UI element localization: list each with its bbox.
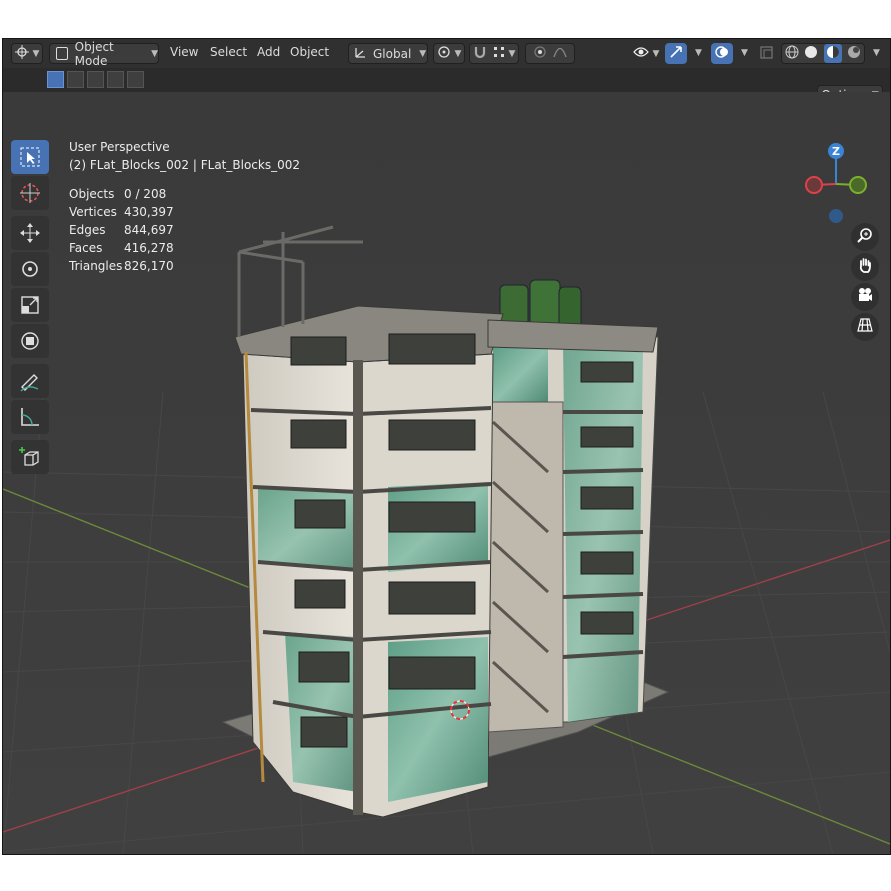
- transform-tool[interactable]: [11, 324, 49, 358]
- viewport-info-overlay: User Perspective (2) FLat_Blocks_002 | F…: [69, 138, 300, 275]
- xray-icon: [759, 45, 773, 62]
- move-icon: [20, 223, 40, 243]
- chevron-down-icon: ▼: [151, 48, 158, 59]
- overlays-toggle-button[interactable]: [711, 43, 733, 64]
- cursor-icon: [20, 183, 40, 203]
- snapping-button[interactable]: ▼: [469, 43, 519, 64]
- chevron-down-icon: ▼: [32, 48, 40, 59]
- chevron-down-icon[interactable]: ▼: [695, 48, 702, 58]
- scale-tool[interactable]: [11, 288, 49, 322]
- active-object-label: (2) FLat_Blocks_002 | FLat_Blocks_002: [69, 158, 300, 172]
- add-cube-tool[interactable]: [11, 440, 49, 474]
- transform-icon: [21, 332, 39, 350]
- measure-icon: [21, 408, 39, 426]
- select-box-icon: [20, 147, 40, 167]
- menu-view[interactable]: View: [170, 45, 198, 59]
- add-cube-icon: [19, 447, 39, 466]
- move-tool[interactable]: [11, 216, 49, 250]
- chevron-down-icon: ▼: [652, 48, 660, 59]
- stat-row: Triangles 826,170: [69, 259, 174, 273]
- select-extend-icon[interactable]: [67, 71, 84, 88]
- stat-row: Objects 0 / 208: [69, 187, 167, 201]
- navigation-gizmo[interactable]: Z: [803, 142, 873, 232]
- rendered-shading-icon[interactable]: [847, 45, 861, 62]
- falloff-curve-icon: [553, 46, 567, 61]
- perspective-label: User Perspective: [69, 140, 170, 154]
- gizmo-toggle-button[interactable]: [665, 43, 687, 64]
- mode-selector[interactable]: Object Mode ▼: [49, 40, 159, 68]
- select-new-icon[interactable]: [47, 71, 64, 88]
- orientation-axes-icon: [354, 46, 367, 62]
- select-subtract-icon[interactable]: [87, 71, 104, 88]
- annotate-tool[interactable]: [11, 364, 49, 398]
- proportional-editing-button[interactable]: [525, 43, 575, 64]
- measure-tool[interactable]: [11, 400, 49, 434]
- select-box-tool[interactable]: [11, 140, 49, 174]
- grid-perspective-icon: [857, 317, 873, 337]
- solid-shading-icon[interactable]: [804, 45, 818, 62]
- gizmo-icon: [669, 45, 683, 62]
- visibility-button[interactable]: ▼: [631, 43, 661, 64]
- pivot-point-button[interactable]: ▼: [433, 43, 465, 64]
- scale-icon: [21, 296, 39, 314]
- cursor-tool[interactable]: [11, 176, 49, 210]
- wireframe-shading-icon[interactable]: [785, 45, 799, 62]
- transform-orientation-selector[interactable]: Global ▼: [348, 43, 428, 64]
- rotate-icon: [22, 261, 38, 277]
- crosshair-editor-icon: [14, 45, 29, 62]
- menu-object[interactable]: Object: [290, 45, 329, 59]
- chevron-down-icon[interactable]: ▼: [873, 48, 880, 58]
- blender-3d-viewport-window: ▼ Object Mode ▼ View Select Add Object G…: [2, 38, 891, 855]
- stat-row: Vertices 430,397: [69, 205, 174, 219]
- menu-add[interactable]: Add: [257, 45, 280, 59]
- chevron-down-icon: ▼: [508, 48, 516, 59]
- mode-label: Object Mode: [74, 39, 114, 68]
- eye-icon: [632, 46, 649, 61]
- shading-mode-group: [781, 43, 865, 64]
- viewport-header: ▼ Object Mode ▼ View Select Add Object G…: [3, 39, 890, 68]
- chevron-down-icon: ▼: [454, 48, 462, 59]
- 3d-viewport[interactable]: User Perspective (2) FLat_Blocks_002 | F…: [3, 92, 890, 854]
- proportional-icon: [533, 45, 547, 62]
- overlays-icon: [715, 45, 729, 62]
- ortho-toggle-button[interactable]: [851, 313, 879, 341]
- corner-column: [353, 360, 363, 815]
- snap-grid-icon: [493, 46, 505, 61]
- zoom-button[interactable]: [851, 223, 879, 251]
- pan-button[interactable]: [851, 253, 879, 281]
- menu-select[interactable]: Select: [210, 45, 247, 59]
- select-intersect-icon[interactable]: [127, 71, 144, 88]
- y-axis-handle[interactable]: [849, 176, 867, 194]
- chevron-down-icon[interactable]: ▼: [741, 48, 748, 58]
- rotate-tool[interactable]: [11, 252, 49, 286]
- hand-icon: [857, 257, 873, 277]
- neg-z-axis-handle[interactable]: [829, 209, 843, 223]
- object-mode-icon: [56, 47, 68, 60]
- camera-icon: [857, 287, 873, 307]
- orientation-label: Global: [373, 46, 412, 61]
- chevron-down-icon: ▼: [419, 48, 427, 59]
- neg-x-axis-handle[interactable]: [805, 176, 823, 194]
- editor-type-button[interactable]: ▼: [11, 43, 43, 64]
- pivot-icon: [437, 45, 451, 62]
- magnet-icon: [473, 45, 487, 62]
- stat-row: Faces 416,278: [69, 241, 174, 255]
- select-invert-icon[interactable]: [107, 71, 124, 88]
- z-axis-label: Z: [832, 145, 840, 158]
- stat-row: Edges 844,697: [69, 223, 174, 237]
- xray-toggle-button[interactable]: [755, 43, 777, 64]
- annotate-icon: [20, 374, 39, 392]
- material-preview-shading-icon[interactable]: [823, 44, 842, 63]
- tool-settings-bar: Options ▼: [3, 68, 890, 105]
- camera-view-button[interactable]: [851, 283, 879, 311]
- zoom-icon: [857, 227, 873, 247]
